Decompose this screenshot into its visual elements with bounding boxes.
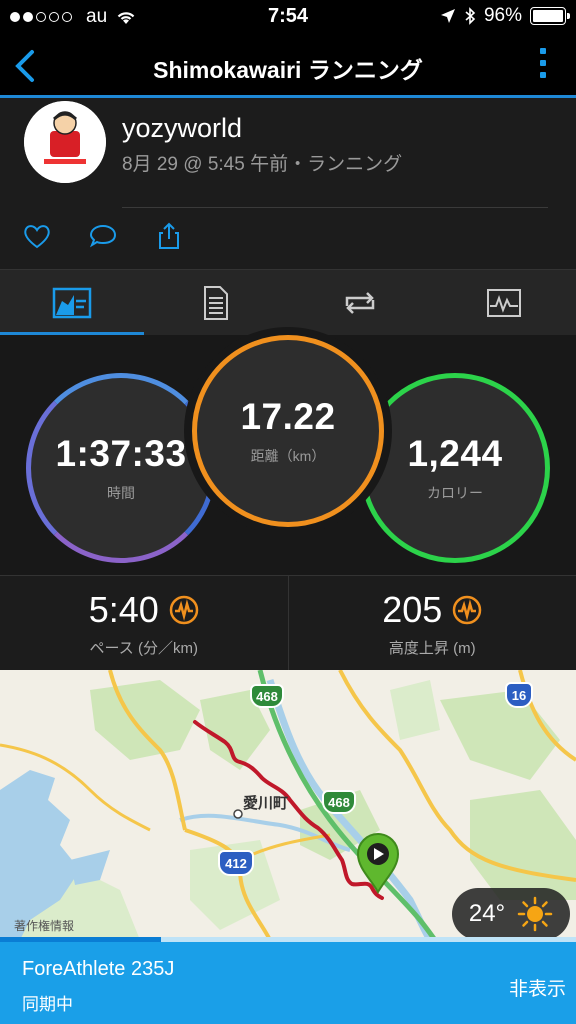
route-16-label: 16 [511, 687, 527, 703]
calories-stat: 1,244 カロリー [360, 373, 550, 563]
town-label: 愛川町 [243, 795, 289, 812]
distance-stat: 17.22 距離（km） [192, 335, 384, 527]
share-icon[interactable] [154, 221, 184, 251]
time-value: 1:37:33 [55, 433, 187, 474]
activity-header: yozyworld 8月 29 @ 5:45 午前・ランニング [0, 101, 576, 269]
tab-charts[interactable] [432, 270, 576, 335]
details-document-icon [204, 285, 228, 320]
elevation-stat: 205 高度上昇 (m) [287, 576, 576, 670]
comment-icon[interactable] [88, 221, 118, 251]
page-title: Shimokawairi ランニング [153, 57, 423, 83]
username[interactable]: yozyworld [122, 113, 242, 144]
weather-temp: 24° [468, 900, 506, 927]
sun-icon [517, 896, 553, 932]
elevation-value: 205 [382, 588, 443, 630]
route-412-label: 412 [225, 855, 247, 871]
map-credit[interactable]: 著作権情報 [14, 917, 74, 934]
activity-date-type: 8月 29 @ 5:45 午前・ランニング [122, 154, 403, 175]
pace-value: 5:40 [88, 588, 159, 630]
distance-label: 距離（km） [250, 448, 326, 464]
calories-value: 1,244 [407, 433, 503, 474]
pace-stat: 5:40 ペース (分／km) [0, 576, 288, 670]
summary-stats: 1:37:33 時間 1,244 カロリー 17.22 距離（km） [0, 335, 576, 575]
tab-bar [0, 269, 576, 335]
like-heart-icon[interactable] [22, 221, 52, 251]
location-arrow-icon [440, 9, 455, 23]
sync-status: 同期中 [22, 995, 73, 1014]
hide-button[interactable]: 非表示 [509, 974, 566, 1001]
elevation-chart-icon[interactable] [452, 595, 482, 625]
pace-label: ペース (分／km) [89, 639, 198, 657]
route-468-shield-north: 468 [250, 684, 284, 708]
sync-banner: ForeAthlete 235J 同期中 非表示 [0, 942, 576, 1024]
divider [122, 207, 548, 208]
laps-loop-icon [345, 291, 375, 314]
more-options-icon[interactable] [540, 48, 546, 78]
route-468-label-north: 468 [256, 688, 278, 704]
battery-icon [530, 7, 570, 25]
avatar[interactable] [24, 101, 106, 183]
route-16-shield: 16 [505, 682, 533, 708]
battery-percent: 96% [483, 5, 522, 26]
secondary-stats: 5:40 ペース (分／km) 205 高度上昇 (m) [0, 575, 576, 670]
bluetooth-icon [465, 7, 476, 25]
route-468-label-south: 468 [328, 794, 350, 810]
overview-chart-icon [52, 287, 92, 318]
start-pin-icon[interactable] [354, 830, 402, 894]
distance-value: 17.22 [240, 396, 336, 437]
tab-laps[interactable] [288, 270, 432, 335]
time-label: 時間 [107, 485, 135, 501]
route-468-shield-south: 468 [322, 790, 356, 814]
pace-chart-icon[interactable] [169, 595, 199, 625]
calories-label: カロリー [427, 485, 483, 501]
weather-badge: 24° [452, 888, 570, 940]
tab-details[interactable] [144, 270, 288, 335]
time-stat: 1:37:33 時間 [26, 373, 216, 563]
charts-graph-icon [487, 288, 521, 317]
status-bar: au 7:54 96% [0, 0, 576, 34]
device-name: ForeAthlete 235J [22, 958, 175, 980]
route-map[interactable]: 愛川町 468 468 412 16 著作権情報 24° [0, 670, 576, 940]
navigation-bar: Shimokawairi ランニング [0, 34, 576, 98]
route-412-shield: 412 [218, 850, 254, 876]
tab-overview[interactable] [0, 270, 144, 335]
elevation-label: 高度上昇 (m) [388, 639, 476, 657]
